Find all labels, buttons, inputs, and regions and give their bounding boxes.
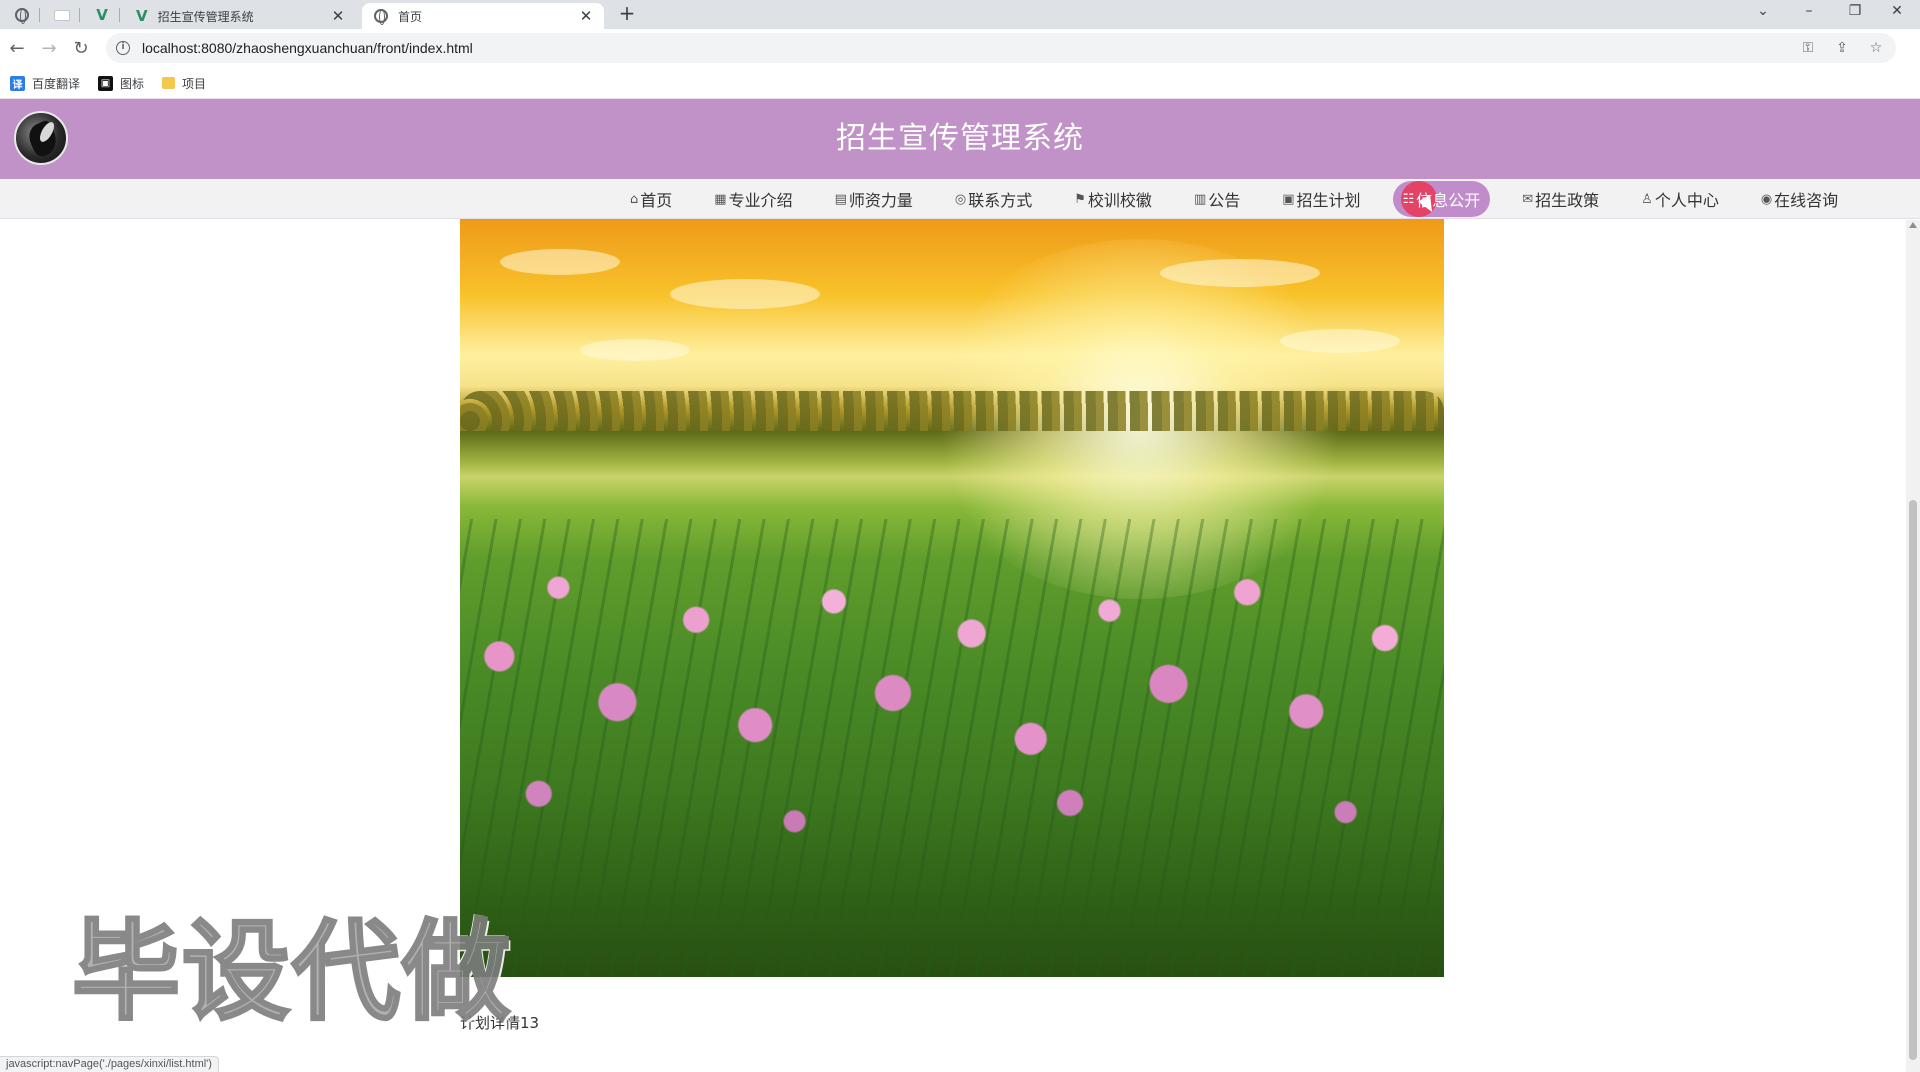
scroll-thumb[interactable] [1909, 500, 1917, 1060]
info-icon: ☷ [1402, 191, 1415, 207]
mail-icon: ✉ [1522, 191, 1534, 207]
bookmark-baidu-translate[interactable]: 译 百度翻译 [10, 75, 80, 92]
key-icon[interactable]: ⚿ [1798, 38, 1818, 58]
pinned-tab-1[interactable] [4, 4, 40, 26]
nav-item-admission-plan[interactable]: ▣ 招生计划 [1272, 181, 1370, 217]
address-bar[interactable]: i localhost:8080/zhaoshengxuanchuan/fron… [106, 33, 1896, 63]
nav-item-label: 招生计划 [1296, 191, 1361, 210]
bookmark-project[interactable]: 项目 [162, 75, 206, 92]
tab-home[interactable]: 首页 ✕ [362, 3, 604, 29]
back-button[interactable]: ← [4, 36, 30, 62]
banner-image [460, 219, 1444, 977]
nav-item-announcements[interactable]: ▥ 公告 [1184, 181, 1250, 217]
vue-logo-icon: V [96, 6, 108, 24]
new-tab-button[interactable]: + [614, 2, 640, 26]
watermark-text: 毕设代做 [70, 909, 513, 1037]
nav-item-admission-policy[interactable]: ✉ 招生政策 [1512, 181, 1609, 217]
tab-admin-system[interactable]: V 招生宣传管理系统 ✕ [124, 3, 356, 29]
vue-logo-icon: V [136, 7, 148, 25]
bookmark-label: 百度翻译 [32, 76, 81, 91]
cloud [580, 339, 690, 361]
scroll-up-icon[interactable] [1909, 222, 1917, 228]
tab-title: 首页 [398, 9, 423, 24]
nav-item-label: 首页 [640, 191, 673, 210]
nav-list: ⌂ 首页 ▦ 专业介绍 ▤ 师资力量 ◎ 联系方式 ⚑ 校训校徽 ▥ 公告 ▣ … [620, 179, 1870, 219]
nav-item-label: 在线咨询 [1774, 191, 1839, 210]
pinned-tab-2[interactable] [44, 4, 80, 26]
photo-icon: ▣ [98, 75, 114, 91]
minimize-button[interactable]: – [1786, 0, 1832, 24]
star-icon[interactable]: ☆ [1866, 38, 1886, 58]
nav-item-label: 联系方式 [968, 191, 1033, 210]
pinned-tab-3[interactable]: V [84, 4, 120, 26]
site-title: 招生宣传管理系统 [836, 121, 1084, 156]
share-icon[interactable]: ⇪ [1832, 38, 1852, 58]
globe-icon [15, 8, 29, 24]
globe-icon [374, 9, 388, 25]
link-status-bar: javascript:navPage('./pages/xinxi/list.h… [0, 1056, 219, 1072]
window-close-button[interactable]: ✕ [1874, 0, 1920, 24]
tab-title: 招生宣传管理系统 [157, 9, 254, 24]
translate-icon: 译 [10, 75, 25, 91]
nav-item-faculty[interactable]: ▤ 师资力量 [825, 181, 923, 217]
site-header: 招生宣传管理系统 [0, 99, 1920, 179]
cloud [1280, 329, 1400, 353]
cloud [670, 279, 820, 309]
url-text[interactable]: localhost:8080/zhaoshengxuanchuan/front/… [142, 40, 473, 56]
flag-icon: ⚑ [1074, 191, 1086, 207]
nav-item-label: 专业介绍 [728, 191, 793, 210]
bookmark-icons[interactable]: ▣ 图标 [98, 75, 144, 92]
treeline [460, 391, 1444, 431]
forward-button[interactable]: → [36, 36, 62, 62]
home-icon: ⌂ [630, 191, 639, 207]
nav-item-majors[interactable]: ▦ 专业介绍 [704, 181, 802, 217]
close-icon[interactable]: ✕ [330, 7, 346, 25]
main-navigation: ⌂ 首页 ▦ 专业介绍 ▤ 师资力量 ◎ 联系方式 ⚑ 校训校徽 ▥ 公告 ▣ … [0, 179, 1920, 219]
browser-tab-bar: V V 招生宣传管理系统 ✕ 首页 ✕ + ⌄ – ❐ ✕ [0, 0, 1920, 29]
nav-item-home[interactable]: ⌂ 首页 [620, 181, 682, 217]
nav-item-label: 公告 [1208, 191, 1241, 210]
bookmark-label: 项目 [182, 76, 207, 91]
nav-item-contact[interactable]: ◎ 联系方式 [945, 181, 1042, 217]
nav-item-info-disclosure[interactable]: ☷ 信息公开 [1392, 181, 1491, 217]
bookmarks-bar: 译 百度翻译 ▣ 图标 项目 [0, 68, 1920, 99]
nav-item-profile[interactable]: ♙ 个人中心 [1631, 181, 1729, 217]
bookmark-label: 图标 [120, 76, 145, 91]
nav-item-label: 个人中心 [1654, 191, 1719, 210]
cloud [1160, 259, 1320, 287]
folder-icon [162, 77, 176, 89]
contact-icon: ◎ [954, 191, 967, 207]
page-scrollbar[interactable] [1906, 220, 1920, 1072]
tab-search-icon[interactable]: ⌄ [1740, 0, 1786, 24]
grid-icon: ▦ [714, 191, 727, 207]
reload-button[interactable]: ↻ [68, 36, 94, 62]
list-icon: ▤ [834, 191, 847, 207]
nav-item-label: 招生政策 [1535, 191, 1600, 210]
plan-icon: ▣ [1282, 191, 1295, 207]
web-page: 招生宣传管理系统 ⌂ 首页 ▦ 专业介绍 ▤ 师资力量 ◎ 联系方式 ⚑ 校训校… [0, 99, 1920, 1072]
site-info-icon[interactable]: i [116, 41, 130, 55]
flower-field [460, 519, 1444, 977]
chat-icon: ◉ [1760, 191, 1773, 207]
notice-icon: ▥ [1193, 191, 1207, 207]
restore-button[interactable]: ❐ [1832, 0, 1878, 24]
nav-item-motto-emblem[interactable]: ⚑ 校训校徽 [1064, 181, 1162, 217]
browser-toolbar: ← → ↻ i localhost:8080/zhaoshengxuanchua… [0, 29, 1920, 68]
nav-item-label: 校训校徽 [1087, 191, 1152, 210]
cloud [500, 249, 620, 275]
close-icon[interactable]: ✕ [578, 7, 594, 25]
nav-item-online-consult[interactable]: ◉ 在线咨询 [1751, 181, 1848, 217]
blank-page-icon [54, 9, 70, 21]
nav-item-label: 师资力量 [848, 191, 913, 210]
user-icon: ♙ [1641, 191, 1653, 207]
